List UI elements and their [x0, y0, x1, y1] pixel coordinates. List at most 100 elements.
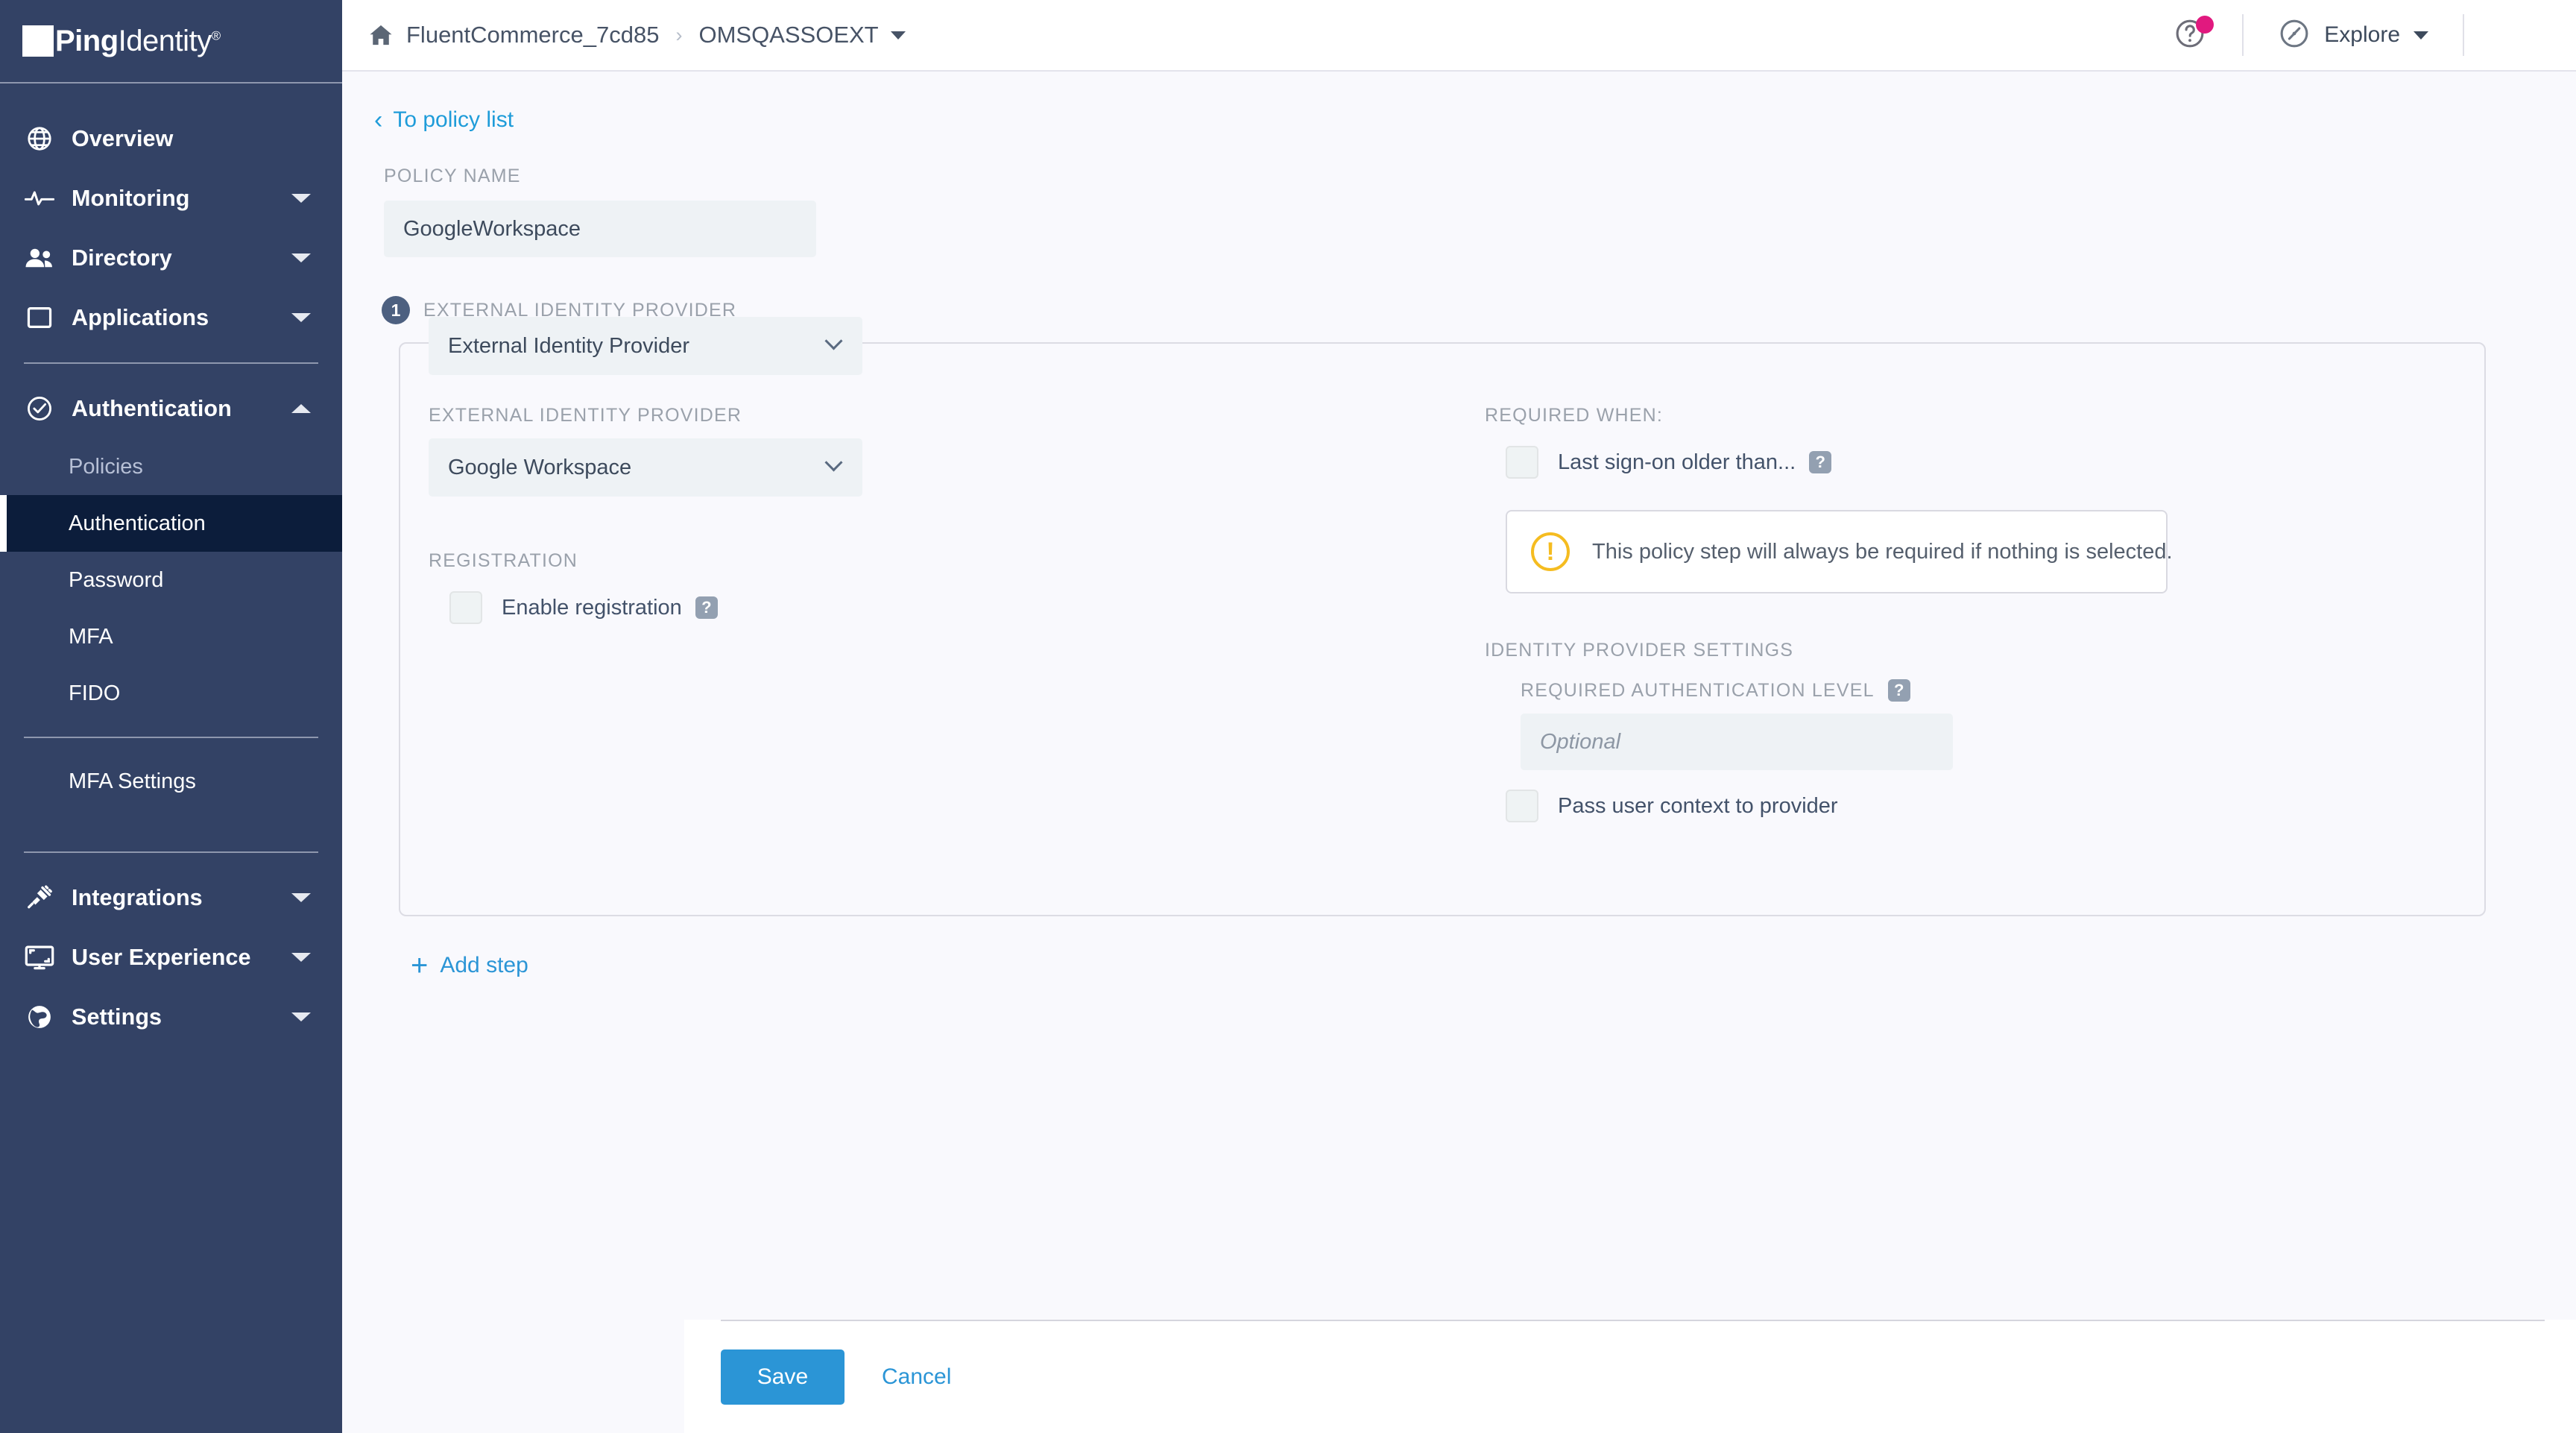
chevron-down-icon[interactable]: [891, 31, 906, 40]
plug-icon: [24, 884, 55, 912]
help-tooltip-icon[interactable]: ?: [1888, 679, 1910, 702]
help-button[interactable]: [2138, 14, 2244, 56]
sidebar-item-settings[interactable]: Settings: [0, 987, 342, 1047]
topbar-actions: Explore: [2138, 0, 2546, 70]
sidebar-item-applications[interactable]: Applications: [0, 288, 342, 347]
footer-divider: [721, 1320, 2545, 1321]
main-area: FluentCommerce_7cd85 › OMSQASSOEXT: [342, 0, 2576, 1433]
help-tooltip-icon[interactable]: ?: [695, 596, 718, 619]
sidebar-subitem-label: MFA Settings: [69, 769, 196, 794]
enable-registration-label: Enable registration: [502, 596, 682, 620]
sidebar-item-monitoring[interactable]: Monitoring: [0, 169, 342, 228]
sidebar-item-overview[interactable]: Overview: [0, 109, 342, 169]
policy-warning-text: This policy step will always be required…: [1592, 540, 2173, 564]
step-panel: External Identity Provider EXTERNAL IDEN…: [399, 342, 2486, 916]
policy-editor: ‹ To policy list POLICY NAME GoogleWorks…: [342, 72, 2576, 1433]
sidebar-item-fido[interactable]: FIDO: [0, 665, 342, 722]
explore-dropdown[interactable]: Explore: [2244, 14, 2464, 56]
chevron-down-icon[interactable]: [291, 194, 311, 203]
sidebar-item-label: Applications: [72, 305, 209, 331]
breadcrumb-current[interactable]: OMSQASSOEXT: [698, 22, 878, 48]
required-auth-level-input[interactable]: Optional: [1521, 714, 1953, 770]
step-type-value: External Identity Provider: [448, 334, 689, 359]
sidebar-item-mfa[interactable]: MFA: [0, 608, 342, 665]
required-when-label: REQUIRED WHEN:: [1485, 405, 2484, 426]
home-icon[interactable]: [369, 24, 393, 46]
enable-registration-row[interactable]: Enable registration ?: [449, 591, 1056, 624]
brand-name-light: Identity: [119, 25, 212, 57]
sidebar-item-label: Overview: [72, 126, 173, 152]
chevron-down-icon[interactable]: [291, 313, 311, 322]
chevron-down-icon[interactable]: [2414, 31, 2428, 40]
pass-user-context-row[interactable]: Pass user context to provider: [1506, 790, 2484, 822]
chevron-left-icon: ‹: [374, 107, 382, 133]
chevron-down-icon[interactable]: [291, 253, 311, 262]
pulse-icon: [24, 189, 55, 208]
policy-name-input[interactable]: GoogleWorkspace: [384, 201, 816, 257]
breadcrumb-root[interactable]: FluentCommerce_7cd85: [406, 22, 659, 48]
exclamation-circle-icon: !: [1531, 532, 1570, 571]
pass-user-context-checkbox[interactable]: [1506, 790, 1538, 822]
step-panel-columns: EXTERNAL IDENTITY PROVIDER Google Worksp…: [400, 344, 2484, 915]
sidebar-subitem-label: FIDO: [69, 681, 120, 706]
chevron-down-icon: [824, 332, 842, 350]
chevron-down-icon[interactable]: [291, 953, 311, 962]
brand-logo[interactable]: PingIdentity®: [0, 0, 342, 84]
last-signon-row[interactable]: Last sign-on older than... ?: [1506, 446, 2484, 479]
required-auth-level-placeholder: Optional: [1540, 730, 1620, 755]
sidebar-item-directory[interactable]: Directory: [0, 228, 342, 288]
add-step-button[interactable]: + Add step: [411, 951, 528, 980]
people-icon: [24, 247, 55, 269]
add-step-label: Add step: [440, 953, 528, 978]
external-idp-label: EXTERNAL IDENTITY PROVIDER: [429, 405, 1056, 426]
save-button[interactable]: Save: [721, 1349, 845, 1405]
last-signon-checkbox[interactable]: [1506, 446, 1538, 479]
external-idp-select[interactable]: Google Workspace: [429, 438, 862, 497]
brand-registered-mark: ®: [212, 29, 221, 43]
sidebar-item-policies[interactable]: Policies: [0, 438, 342, 495]
policy-warning-banner: ! This policy step will always be requir…: [1506, 510, 2168, 593]
compass-icon: [2278, 17, 2311, 54]
sidebar-item-authentication[interactable]: Authentication: [0, 379, 342, 438]
chevron-down-icon[interactable]: [291, 1012, 311, 1021]
sidebar-subitem-label: Password: [69, 568, 163, 593]
ping-logo-mark: [22, 25, 54, 57]
brand-wordmark: PingIdentity®: [55, 26, 221, 56]
sidebar-item-authentication-sub[interactable]: Authentication: [0, 495, 342, 552]
sidebar-subitem-label: Authentication: [69, 511, 206, 536]
sidebar-divider-bottom: [24, 851, 318, 853]
explore-label: Explore: [2324, 22, 2400, 48]
sidebar-divider-top: [24, 362, 318, 364]
sidebar-item-user-experience[interactable]: User Experience: [0, 927, 342, 987]
chevron-up-icon[interactable]: [291, 404, 311, 413]
breadcrumb: FluentCommerce_7cd85 › OMSQASSOEXT: [369, 22, 906, 48]
window-icon: [24, 306, 55, 330]
identity-provider-settings-label: IDENTITY PROVIDER SETTINGS: [1485, 640, 2484, 661]
sidebar-divider-mid: [24, 737, 318, 738]
external-idp-value: Google Workspace: [448, 456, 631, 480]
chevron-down-icon[interactable]: [291, 893, 311, 902]
policy-name-label: POLICY NAME: [384, 166, 2576, 187]
plus-icon: +: [411, 951, 428, 980]
sidebar-item-label: Settings: [72, 1004, 162, 1030]
auth-level-label-row: REQUIRED AUTHENTICATION LEVEL ?: [1521, 679, 2484, 702]
step-right-column: REQUIRED WHEN: Last sign-on older than..…: [1056, 405, 2484, 915]
sidebar-item-label: User Experience: [72, 945, 251, 971]
sidebar-item-integrations[interactable]: Integrations: [0, 868, 342, 927]
sidebar-item-mfa-settings[interactable]: MFA Settings: [0, 753, 342, 810]
form-footer: Save Cancel: [684, 1320, 2576, 1433]
globe-solid-icon: [24, 1003, 55, 1031]
back-to-policy-list-link[interactable]: ‹ To policy list: [374, 107, 514, 133]
enable-registration-checkbox[interactable]: [449, 591, 482, 624]
auth-level-group: REQUIRED AUTHENTICATION LEVEL ? Optional: [1485, 679, 2484, 770]
registration-label: REGISTRATION: [429, 550, 1056, 572]
cancel-button[interactable]: Cancel: [882, 1349, 951, 1405]
sidebar-subitem-label: Policies: [69, 455, 143, 479]
sidebar-item-label: Integrations: [72, 885, 203, 911]
step-type-select[interactable]: External Identity Provider: [429, 317, 862, 375]
sidebar-item-password[interactable]: Password: [0, 552, 342, 608]
sidebar-nav: Overview Monitoring: [0, 84, 342, 1047]
globe-icon: [24, 125, 55, 153]
pass-user-context-label: Pass user context to provider: [1558, 794, 1838, 819]
help-tooltip-icon[interactable]: ?: [1809, 451, 1831, 473]
